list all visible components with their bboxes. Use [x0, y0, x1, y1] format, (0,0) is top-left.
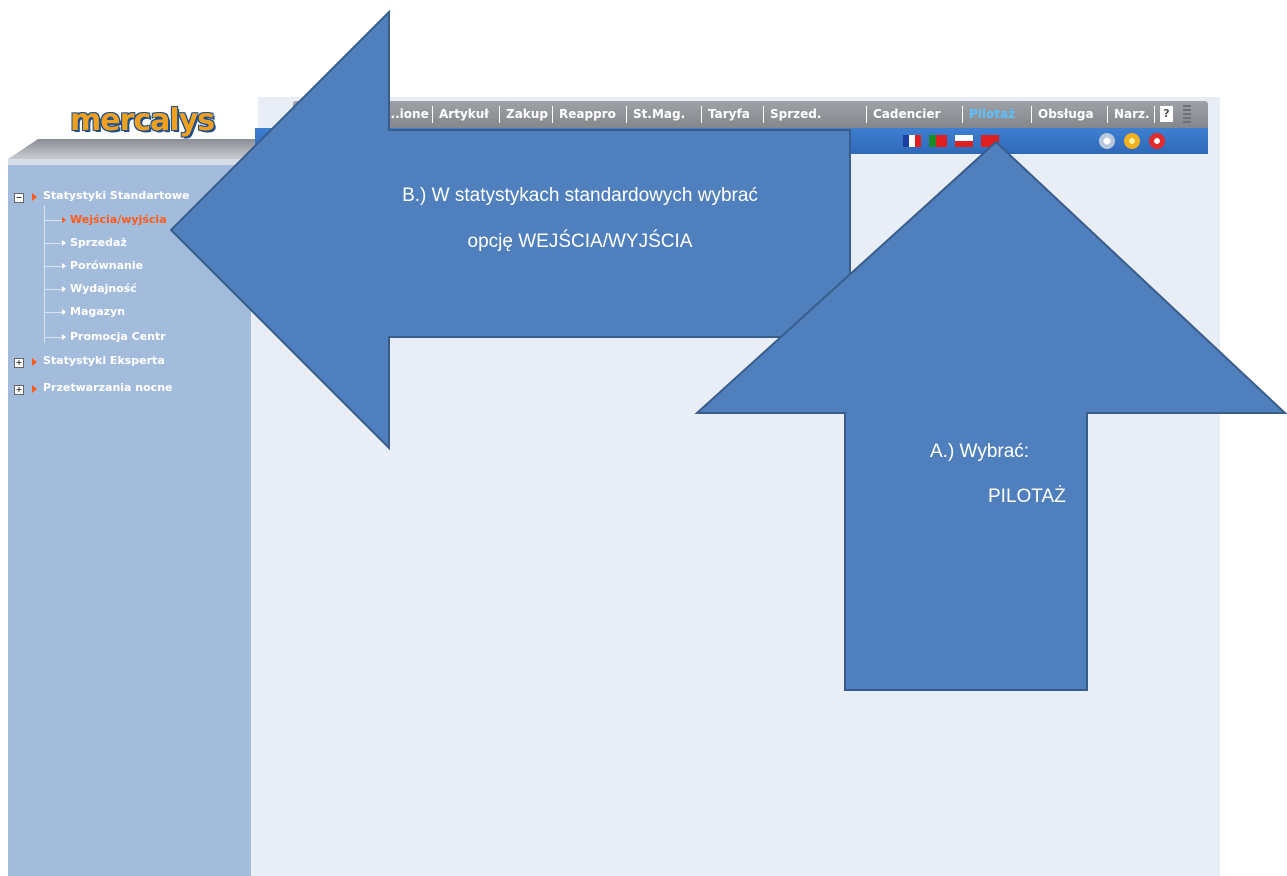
menu-separator: [432, 106, 433, 123]
item-arrow-icon: [62, 309, 66, 315]
menu-separator: [1031, 106, 1032, 123]
collapse-toggle-icon[interactable]: −: [14, 193, 24, 203]
menu-item-sprzed[interactable]: Sprzed.: [770, 107, 821, 121]
menu-separator: [1107, 106, 1108, 123]
callout-a-line2: PILOTAŻ: [988, 486, 1066, 507]
callout-b-line2: opcję WEJŚCIA/WYJŚCIA: [467, 231, 693, 252]
item-arrow-icon: [62, 263, 66, 269]
tree-item-wydajnosc[interactable]: Wydajność: [70, 282, 137, 295]
tree-group-statystyki-standartowe[interactable]: Statystyki Standartowe: [43, 189, 190, 202]
callout-b-line1: B.) W statystykach standardowych wybrać: [402, 185, 758, 206]
tree-connector: [44, 337, 62, 338]
logo-swoosh: [8, 139, 258, 159]
menu-item-narz[interactable]: Narz.: [1114, 107, 1150, 121]
menu-item-stmag[interactable]: St.Mag.: [633, 107, 685, 121]
tree-group-przetwarzania-nocne[interactable]: Przetwarzania nocne: [43, 381, 173, 394]
menu-item-zakup[interactable]: Zakup: [506, 107, 548, 121]
item-arrow-icon: [62, 240, 66, 246]
mercalys-logo: mercalys: [70, 103, 215, 138]
expand-toggle-icon[interactable]: +: [14, 358, 24, 368]
sidebar-top-strip: [8, 159, 258, 165]
tree-connector: [44, 205, 45, 343]
tree-group-statystyki-eksperta[interactable]: Statystyki Eksperta: [43, 354, 165, 367]
power-icon[interactable]: [1149, 133, 1165, 149]
item-arrow-icon: [62, 334, 66, 340]
menu-item-prev[interactable]: ...ione: [386, 107, 429, 121]
pt-flag-icon[interactable]: [929, 135, 947, 147]
logo-area: mercalys: [8, 97, 258, 159]
user-icon[interactable]: [1124, 133, 1140, 149]
expand-toggle-icon[interactable]: +: [14, 385, 24, 395]
menu-separator: [866, 106, 867, 123]
menu-separator: [626, 106, 627, 123]
menu-grip-icon[interactable]: [1183, 105, 1191, 123]
refresh-icon[interactable]: [1099, 133, 1115, 149]
tree-item-sprzedaz[interactable]: Sprzedaż: [70, 236, 127, 249]
tree-connector: [44, 289, 62, 290]
group-arrow-icon: [32, 193, 37, 201]
menu-separator: [701, 106, 702, 123]
tree-connector: [44, 220, 62, 221]
menu-item-artykul[interactable]: Artykuł: [439, 107, 489, 121]
main-content-area: [255, 154, 1220, 876]
extra-flag-icon[interactable]: [981, 135, 999, 147]
group-arrow-icon: [32, 385, 37, 393]
fr-flag-icon[interactable]: [903, 135, 921, 147]
menu-item-taryfa[interactable]: Taryfa: [708, 107, 750, 121]
toolbar: [255, 128, 1208, 154]
tree-connector: [44, 243, 62, 244]
item-arrow-icon: [62, 286, 66, 292]
tree-connector: [44, 312, 62, 313]
tree-item-porownanie[interactable]: Porównanie: [70, 259, 143, 272]
menu-separator: [962, 106, 963, 123]
help-button[interactable]: ?: [1160, 106, 1173, 122]
menu-separator: [1154, 106, 1155, 123]
menu-item-cadencier[interactable]: Cadencier: [873, 107, 940, 121]
main-menu-bar: ...ione Artykuł Zakup Reappro St.Mag. Ta…: [293, 101, 1208, 128]
callout-a-line1: A.) Wybrać:: [930, 441, 1030, 462]
menu-item-pilotaz[interactable]: Pilotaż: [969, 107, 1015, 121]
menu-separator: [499, 106, 500, 123]
tree-item-promocja-centr[interactable]: Promocja Centr: [70, 330, 166, 343]
group-arrow-icon: [32, 358, 37, 366]
menu-separator: [552, 106, 553, 123]
pl-flag-icon[interactable]: [955, 135, 973, 147]
menu-item-obsluga[interactable]: Obsługa: [1038, 107, 1094, 121]
menu-item-reappro[interactable]: Reappro: [559, 107, 616, 121]
menu-separator: [763, 106, 764, 123]
tree-connector: [44, 266, 62, 267]
item-arrow-icon: [62, 217, 66, 223]
tree-item-wejscia-wyjscia[interactable]: Wejścia/wyjścia: [70, 213, 167, 226]
tree-item-magazyn[interactable]: Magazyn: [70, 305, 125, 318]
